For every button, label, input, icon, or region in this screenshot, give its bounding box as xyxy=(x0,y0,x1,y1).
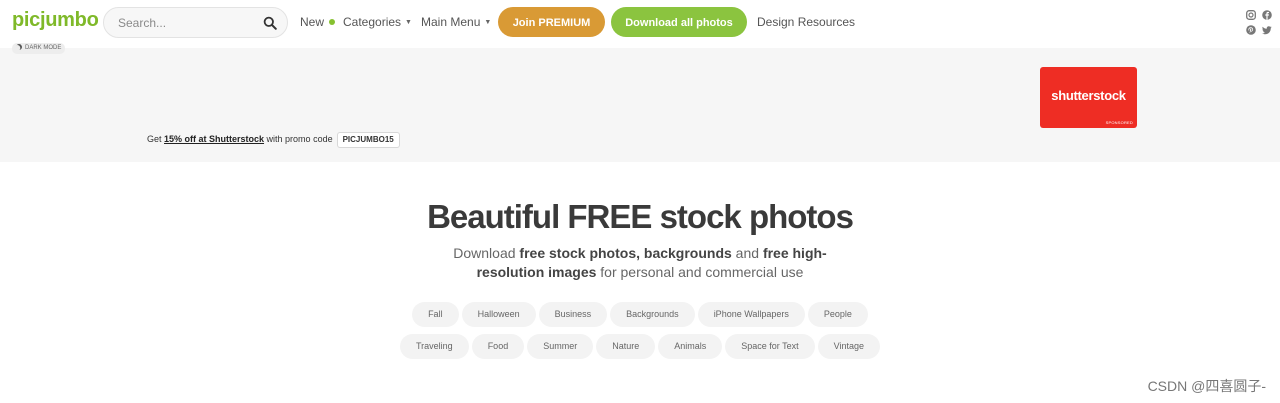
subtitle-text-3: for personal and commercial use xyxy=(596,264,804,280)
new-dot-icon xyxy=(329,19,336,25)
tag-nature[interactable]: Nature xyxy=(596,334,656,359)
site-header: picjumbo New Categories▼ Main Menu▼ Join… xyxy=(0,0,1280,46)
instagram-icon[interactable] xyxy=(1246,10,1256,20)
tag-row-2: Traveling Food Summer Nature Animals Spa… xyxy=(0,334,1280,359)
caret-down-icon: ▼ xyxy=(484,19,492,26)
subtitle-bold-1: free stock photos, backgrounds xyxy=(519,245,732,261)
search-box xyxy=(103,7,288,38)
moon-icon xyxy=(15,43,23,51)
design-resources-link[interactable]: Design Resources xyxy=(757,15,855,29)
csdn-watermark: CSDN @四喜圆子- xyxy=(1147,378,1266,394)
nav-categories[interactable]: Categories ▼ xyxy=(343,15,412,29)
tag-space-for-text[interactable]: Space for Text xyxy=(725,334,815,359)
tag-vintage[interactable]: Vintage xyxy=(817,334,880,359)
tag-fall[interactable]: Fall xyxy=(412,302,459,327)
tag-halloween[interactable]: Halloween xyxy=(461,302,536,327)
promo-link[interactable]: 15% off at Shutterstock xyxy=(164,134,264,144)
tag-people[interactable]: People xyxy=(807,302,868,327)
nav-main-menu-label: Main Menu xyxy=(421,15,481,29)
facebook-icon[interactable] xyxy=(1262,10,1272,20)
search-input[interactable] xyxy=(118,14,258,32)
shutterstock-logo: shutterstock xyxy=(1051,88,1126,103)
twitter-icon[interactable] xyxy=(1262,25,1272,35)
tag-business[interactable]: Business xyxy=(538,302,608,327)
caret-down-icon: ▼ xyxy=(405,19,412,26)
tag-row-1: Fall Halloween Business Backgrounds iPho… xyxy=(0,302,1280,327)
page-title: Beautiful FREE stock photos xyxy=(427,198,854,235)
tag-iphone-wallpapers[interactable]: iPhone Wallpapers xyxy=(697,302,805,327)
tag-traveling[interactable]: Traveling xyxy=(400,334,469,359)
sponsored-label: SPONSORED xyxy=(1105,120,1133,125)
dark-mode-label: DARK MODE xyxy=(25,45,62,51)
download-all-photos-button[interactable]: Download all photos xyxy=(611,7,747,37)
join-premium-button[interactable]: Join PREMIUM xyxy=(498,7,605,37)
promo-text: Get 15% off at Shutterstock with promo c… xyxy=(147,132,400,148)
picjumbo-logo[interactable]: picjumbo xyxy=(12,9,99,32)
nav-main-menu[interactable]: Main Menu ▼ xyxy=(421,15,491,29)
shutterstock-ad[interactable]: shutterstock SPONSORED xyxy=(1040,67,1137,128)
tag-animals[interactable]: Animals xyxy=(658,334,723,359)
subtitle-text-2: and xyxy=(731,245,763,261)
promo-code-badge[interactable]: PICJUMBO15 xyxy=(336,132,400,148)
tag-food[interactable]: Food xyxy=(471,334,525,359)
subtitle-text-1: Download xyxy=(453,245,520,261)
page-subtitle: Download free stock photos, backgrounds … xyxy=(440,244,840,282)
tag-summer[interactable]: Summer xyxy=(527,334,594,359)
sponsor-banner: Get 15% off at Shutterstock with promo c… xyxy=(0,48,1280,162)
nav-categories-label: Categories xyxy=(343,15,402,29)
promo-suffix: with promo code xyxy=(264,134,333,144)
pinterest-icon[interactable] xyxy=(1246,25,1256,35)
tag-backgrounds[interactable]: Backgrounds xyxy=(610,302,695,327)
nav-new-label: New xyxy=(300,15,325,29)
dark-mode-toggle[interactable]: DARK MODE xyxy=(12,43,66,54)
search-icon[interactable] xyxy=(263,16,277,30)
nav-new[interactable]: New xyxy=(300,15,336,29)
promo-prefix: Get xyxy=(147,134,165,144)
